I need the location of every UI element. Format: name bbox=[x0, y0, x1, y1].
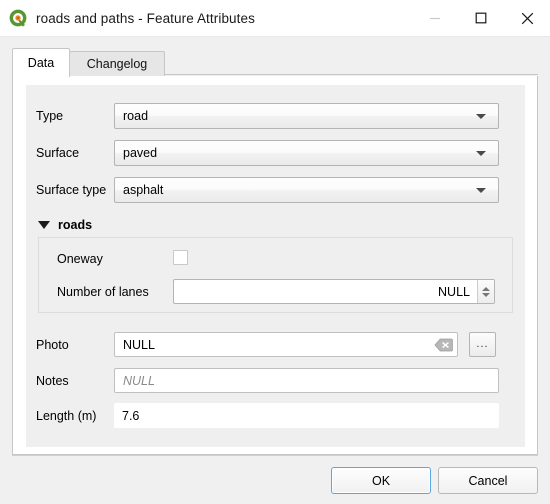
surface-combobox[interactable]: paved bbox=[114, 140, 499, 166]
field-row-oneway: Oneway bbox=[57, 250, 103, 268]
tab-data[interactable]: Data bbox=[12, 48, 70, 77]
number-of-lanes-value: NULL bbox=[438, 284, 470, 299]
spinbox-stepper[interactable] bbox=[477, 280, 494, 303]
tab-changelog[interactable]: Changelog bbox=[69, 51, 165, 76]
tab-data-label: Data bbox=[27, 56, 55, 70]
field-row-type: Type bbox=[36, 103, 63, 129]
triangle-down-icon bbox=[38, 221, 50, 229]
field-row-surface-type: Surface type bbox=[36, 177, 106, 203]
photo-input[interactable]: NULL bbox=[114, 332, 458, 357]
ok-button[interactable]: OK bbox=[331, 467, 431, 494]
roads-group-title: roads bbox=[58, 218, 93, 232]
field-row-number-of-lanes: Number of lanes bbox=[57, 283, 149, 301]
notes-input[interactable]: NULL bbox=[114, 368, 499, 393]
window-title: roads and paths - Feature Attributes bbox=[36, 10, 255, 26]
qgis-logo-icon bbox=[8, 8, 28, 28]
length-value: 7.6 bbox=[122, 408, 140, 423]
field-row-photo: Photo bbox=[36, 332, 69, 357]
ok-button-label: OK bbox=[371, 473, 391, 488]
number-of-lanes-spinbox[interactable]: NULL bbox=[173, 279, 495, 304]
surface-label: Surface bbox=[36, 146, 80, 160]
surface-value: paved bbox=[123, 146, 158, 160]
oneway-label: Oneway bbox=[57, 252, 103, 266]
field-row-surface: Surface bbox=[36, 140, 79, 166]
maximize-button[interactable] bbox=[458, 0, 504, 36]
type-value: road bbox=[123, 109, 149, 123]
cancel-button-label: Cancel bbox=[468, 473, 508, 488]
number-of-lanes-label: Number of lanes bbox=[57, 285, 149, 299]
type-label: Type bbox=[36, 109, 64, 123]
surface-type-label: Surface type bbox=[36, 183, 107, 197]
length-label: Length (m) bbox=[36, 408, 97, 423]
roads-group-toggle[interactable]: roads bbox=[38, 216, 92, 234]
notes-label: Notes bbox=[36, 373, 69, 388]
chevron-down-icon bbox=[476, 113, 486, 119]
chevron-down-icon bbox=[476, 187, 486, 193]
field-row-notes: Notes bbox=[36, 368, 69, 393]
cancel-button[interactable]: Cancel bbox=[438, 467, 538, 494]
window-controls bbox=[412, 0, 550, 36]
title-bar: roads and paths - Feature Attributes bbox=[0, 0, 550, 37]
close-button[interactable] bbox=[504, 0, 550, 36]
oneway-checkbox[interactable] bbox=[173, 250, 188, 265]
surface-type-value: asphalt bbox=[123, 183, 164, 197]
photo-browse-button[interactable]: ... bbox=[469, 332, 496, 357]
length-value-field: 7.6 bbox=[114, 403, 499, 428]
chevron-down-icon bbox=[476, 150, 486, 156]
notes-placeholder: NULL bbox=[123, 373, 155, 388]
tab-bar: Changelog Data bbox=[12, 48, 538, 77]
clear-x-icon[interactable] bbox=[434, 337, 453, 353]
chevron-down-icon bbox=[482, 292, 490, 297]
chevron-up-icon bbox=[482, 286, 490, 291]
surface-type-combobox[interactable]: asphalt bbox=[114, 177, 499, 203]
photo-value: NULL bbox=[123, 337, 155, 352]
type-combobox[interactable]: road bbox=[114, 103, 499, 129]
photo-label: Photo bbox=[36, 337, 69, 352]
minimize-button[interactable] bbox=[412, 0, 458, 36]
photo-browse-label: ... bbox=[476, 338, 489, 350]
tab-changelog-label: Changelog bbox=[86, 57, 148, 71]
field-row-length: Length (m) bbox=[36, 403, 96, 428]
attribute-form-container: Type road Surface paved Surface type asp… bbox=[26, 85, 525, 447]
roads-group-body: Oneway Number of lanes NULL bbox=[38, 237, 513, 313]
